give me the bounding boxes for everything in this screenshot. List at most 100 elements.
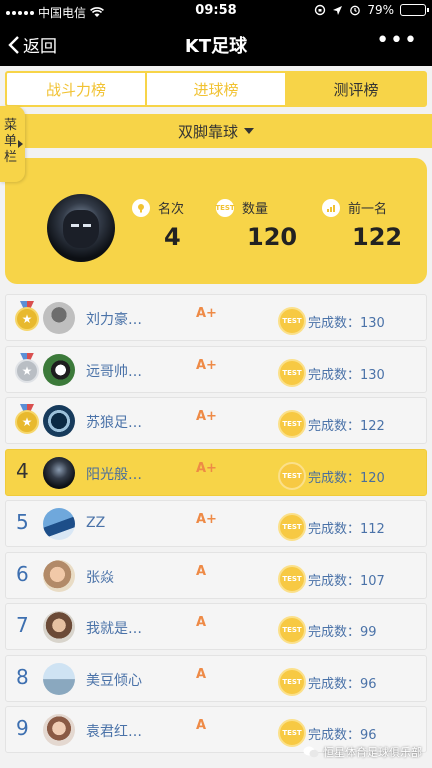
rank-stat: 名次 4 xyxy=(132,198,184,251)
grade-label: A+ xyxy=(196,357,217,373)
test-icon: TEST xyxy=(278,719,306,747)
test-icon: TEST xyxy=(278,513,306,541)
trend-icon xyxy=(322,198,340,217)
caret-down-icon xyxy=(244,128,254,134)
user-name[interactable]: 美豆倾心 xyxy=(86,670,186,690)
user-name[interactable]: 阳光般… xyxy=(86,464,186,484)
battery-icon xyxy=(400,4,429,16)
test-icon: TEST xyxy=(278,461,306,490)
completed-count: 完成数：99 xyxy=(308,625,377,640)
side-menu-label-3: 栏 xyxy=(4,150,18,165)
grade-label: A+ xyxy=(196,306,217,321)
wechat-icon xyxy=(303,746,319,758)
rank-number: 5 xyxy=(16,510,29,534)
count-label: 数量 xyxy=(242,202,269,217)
previous-rank-stat: 前一名 122 xyxy=(322,198,402,251)
user-name[interactable]: 我就是… xyxy=(86,618,186,638)
rank-number: 9 xyxy=(16,716,29,740)
count-stat: TEST 数量 120 xyxy=(215,198,298,251)
alarm-icon xyxy=(350,5,361,16)
completed-count: 完成数：96 xyxy=(308,676,377,692)
user-name[interactable]: 袁君红… xyxy=(86,721,186,741)
test-icon: TEST xyxy=(278,358,306,387)
gold-medal-icon: ★ xyxy=(12,404,42,436)
completed-count: 完成数：107 xyxy=(308,573,385,589)
caret-right-icon xyxy=(18,140,23,148)
nav-bar: 返回 KT足球 ••• xyxy=(0,22,432,66)
user-avatar xyxy=(43,559,75,592)
more-menu-button[interactable]: ••• xyxy=(376,28,418,53)
status-right: 79% xyxy=(314,3,429,17)
rank-number: 7 xyxy=(16,613,29,637)
rank-number: 6 xyxy=(16,561,29,586)
user-avatar xyxy=(43,456,75,489)
user-avatar xyxy=(43,405,75,437)
completed-count: 完成数：112 xyxy=(308,522,385,537)
rank-icon xyxy=(132,198,150,217)
status-bar: 中国电信 09:58 79% xyxy=(0,0,432,22)
user-name[interactable]: ZZ xyxy=(86,515,186,531)
watermark-text: 恒星体育足球俱乐部 xyxy=(323,746,422,759)
user-name[interactable]: 远哥帅… xyxy=(86,361,186,381)
user-avatar xyxy=(43,302,75,334)
completed-count: 完成数：130 xyxy=(308,316,385,331)
ranking-row[interactable]: 4 阳光般… A+ TEST 完成数：120 xyxy=(5,448,427,496)
grade-label: A+ xyxy=(196,512,217,527)
previous-rank-label: 前一名 xyxy=(348,202,388,217)
completed-count: 完成数：122 xyxy=(308,419,385,434)
test-icon: TEST xyxy=(215,198,235,217)
location-icon xyxy=(333,5,343,15)
grade-label: A xyxy=(196,718,207,733)
user-name[interactable]: 刘力豪… xyxy=(86,309,186,329)
gold-medal-icon: ★ xyxy=(12,301,42,333)
user-avatar xyxy=(43,611,75,643)
ranking-row[interactable]: ★ 苏狼足… A+ TEST 完成数：122 xyxy=(5,397,427,444)
user-name[interactable]: 苏狼足… xyxy=(86,412,186,432)
tab-goals[interactable]: 进球榜 xyxy=(145,73,285,105)
rank-label: 名次 xyxy=(158,202,185,217)
test-icon: TEST xyxy=(278,307,306,335)
test-icon: TEST xyxy=(278,410,306,438)
grade-label: A xyxy=(196,615,207,630)
avatar-figure xyxy=(63,210,99,248)
grade-label: A+ xyxy=(196,460,217,476)
test-icon: TEST xyxy=(278,564,306,593)
ranking-row[interactable]: 6 张焱 A TEST 完成数：107 xyxy=(5,551,427,599)
tab-evaluation[interactable]: 测评榜 xyxy=(285,73,425,105)
page-title: KT足球 xyxy=(184,36,248,57)
completed-count: 完成数：96 xyxy=(308,728,377,743)
skill-filter-dropdown[interactable]: 双脚靠球 xyxy=(0,114,432,148)
grade-label: A xyxy=(196,563,207,579)
user-avatar xyxy=(43,662,75,695)
grade-label: A xyxy=(196,666,207,682)
ranking-row[interactable]: ★ 远哥帅… A+ TEST 完成数：130 xyxy=(5,345,427,393)
completed-count: 完成数：120 xyxy=(308,470,385,486)
tab-combat-power[interactable]: 战斗力榜 xyxy=(7,73,145,105)
user-avatar xyxy=(43,353,75,386)
ranking-row[interactable]: 5 ZZ A+ TEST 完成数：112 xyxy=(5,500,427,547)
completed-count: 完成数：130 xyxy=(308,367,385,383)
ranking-row[interactable]: ★ 刘力豪… A+ TEST 完成数：130 xyxy=(5,294,427,341)
side-menu-label-1: 菜 xyxy=(4,118,18,133)
test-icon: TEST xyxy=(278,667,306,696)
my-summary-card: 名次 4 TEST 数量 120 前一名 122 xyxy=(5,158,427,284)
skill-filter-label: 双脚靠球 xyxy=(177,122,238,141)
battery-percent: 79% xyxy=(367,3,394,17)
rank-number: 4 xyxy=(16,458,29,483)
ranking-row[interactable]: 8 美豆倾心 A TEST 完成数：96 xyxy=(5,654,427,702)
previous-rank-value: 122 xyxy=(352,223,403,251)
watermark: 恒星体育足球俱乐部 xyxy=(303,744,422,760)
user-name[interactable]: 张焱 xyxy=(86,567,186,587)
count-value: 120 xyxy=(247,223,298,251)
user-avatar xyxy=(43,714,75,746)
rank-value: 4 xyxy=(164,223,181,251)
silver-medal-icon: ★ xyxy=(12,352,42,385)
ranking-row[interactable]: 7 我就是… A TEST 完成数：99 xyxy=(5,603,427,650)
grade-label: A+ xyxy=(196,409,217,424)
ranking-tabs: 战斗力榜 进球榜 测评榜 xyxy=(5,71,427,107)
user-avatar xyxy=(43,508,75,540)
side-menu-tab[interactable]: 菜 单 栏 xyxy=(0,106,25,182)
orientation-lock-icon xyxy=(315,4,326,16)
rank-number: 8 xyxy=(16,664,29,689)
my-avatar xyxy=(47,194,115,262)
